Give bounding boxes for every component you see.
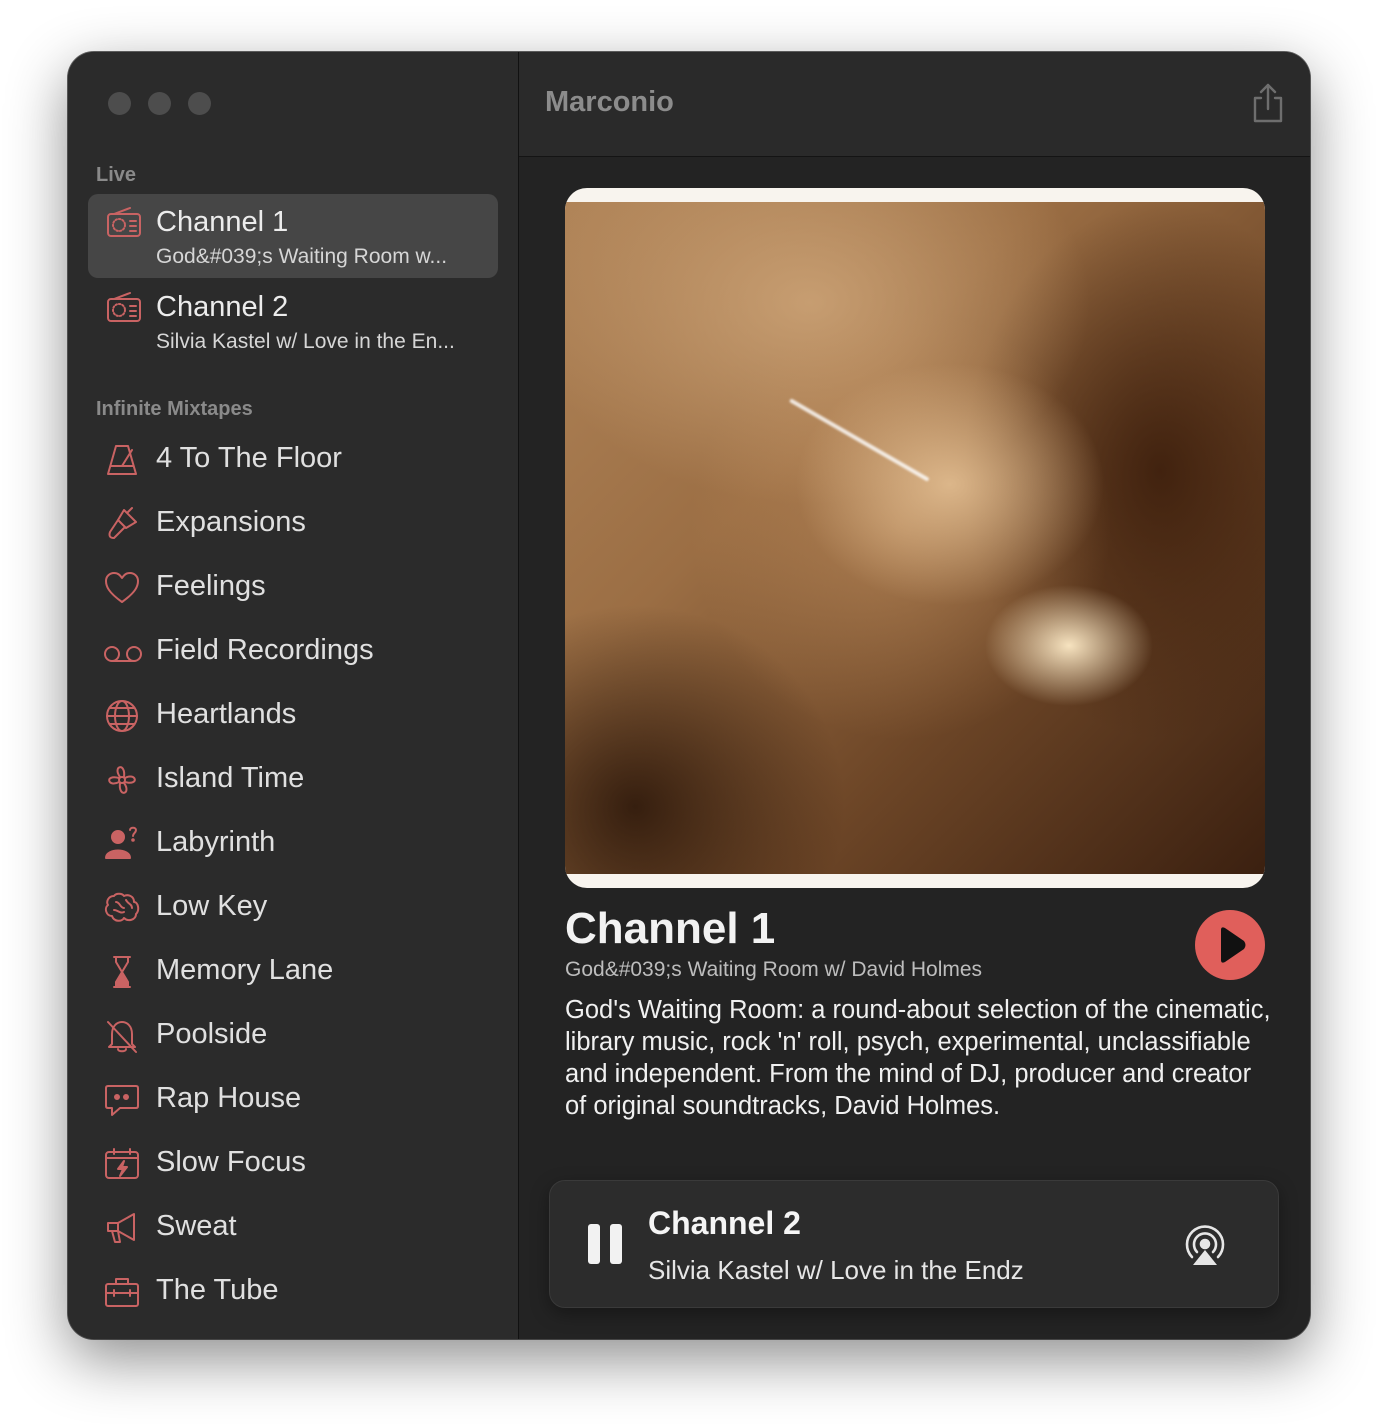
metronome-icon	[107, 445, 137, 475]
now-playing-title: Channel 1	[565, 904, 776, 953]
mini-player[interactable]: Channel 2 Silvia Kastel w/ Love in the E…	[549, 1180, 1279, 1308]
zoom-window-button[interactable]	[188, 92, 211, 115]
bell-slash-icon	[107, 1021, 137, 1053]
share-icon[interactable]	[1250, 82, 1286, 124]
sidebar-item-title: Rap House	[156, 1082, 302, 1114]
sidebar-item-heartlands[interactable]: Heartlands	[88, 688, 498, 744]
megaphone-icon	[107, 1213, 135, 1243]
play-icon	[1221, 927, 1246, 963]
artwork-photo	[565, 202, 1265, 874]
sidebar-item-title: Heartlands	[156, 698, 297, 730]
sidebar-item-title: Channel 1	[156, 206, 289, 238]
main-panel: Marconio Channel 1 God&#039;s Waiting Ro…	[519, 52, 1310, 1339]
fan-icon	[108, 766, 136, 794]
sidebar-item-channel-2[interactable]: Channel 2 Silvia Kastel w/ Love in the E…	[88, 279, 498, 363]
sidebar-item-sweat[interactable]: Sweat	[88, 1200, 498, 1256]
window-title: Marconio	[545, 86, 674, 118]
sidebar-item-subtitle: Silvia Kastel w/ Love in the En...	[156, 330, 455, 353]
sidebar-item-title: Low Key	[156, 890, 268, 922]
toolbar: Marconio	[519, 52, 1310, 157]
minimize-window-button[interactable]	[148, 92, 171, 115]
close-window-button[interactable]	[108, 92, 131, 115]
sidebar-item-subtitle: God&#039;s Waiting Room w...	[156, 245, 448, 268]
sidebar-item-memory-lane[interactable]: Memory Lane	[88, 944, 498, 1000]
toolbox-icon	[105, 1278, 139, 1307]
sidebar-item-title: Feelings	[156, 570, 266, 602]
section-label-live: Live	[96, 164, 137, 186]
sidebar-item-labyrinth[interactable]: Labyrinth	[88, 816, 498, 872]
sidebar: Live Channel 1 God&#039;s Waiting Room w…	[68, 52, 519, 1339]
now-playing-description: God's Waiting Room: a round-about select…	[565, 996, 1271, 1120]
sidebar-item-feelings[interactable]: Feelings	[88, 560, 498, 616]
hourglass-icon	[113, 956, 131, 988]
sidebar-item-expansions[interactable]: Expansions	[88, 496, 498, 552]
sidebar-item-the-tube[interactable]: The Tube	[88, 1264, 498, 1320]
calendar-bolt-icon	[105, 1148, 139, 1179]
sidebar-item-low-key[interactable]: Low Key	[88, 880, 498, 936]
sidebar-item-title: Poolside	[156, 1018, 268, 1050]
quote-bubble-icon	[105, 1085, 139, 1116]
sidebar-item-field-recordings[interactable]: Field Recordings	[88, 624, 498, 680]
sidebar-item-title: Sweat	[156, 1210, 237, 1242]
person-question-icon	[105, 826, 137, 859]
mini-player-title: Channel 2	[648, 1205, 801, 1241]
globe-icon	[106, 700, 138, 732]
sidebar-item-title: Expansions	[156, 506, 306, 538]
radio-icon	[107, 292, 141, 322]
mini-player-subtitle: Silvia Kastel w/ Love in the Endz	[648, 1255, 1024, 1285]
play-button[interactable]	[1195, 910, 1265, 980]
heart-icon	[105, 572, 139, 603]
pause-icon[interactable]	[587, 1224, 623, 1264]
voicemail-icon	[104, 646, 142, 662]
section-label-mixtapes: Infinite Mixtapes	[96, 398, 253, 420]
sidebar-item-poolside[interactable]: Poolside	[88, 1008, 498, 1064]
sidebar-item-rap-house[interactable]: Rap House	[88, 1072, 498, 1128]
app-window: Live Channel 1 God&#039;s Waiting Room w…	[68, 52, 1310, 1339]
sidebar-item-4-to-the-floor[interactable]: 4 To The Floor	[88, 432, 498, 488]
sidebar-item-title: The Tube	[156, 1274, 279, 1306]
brain-icon	[104, 892, 140, 922]
radio-icon	[107, 207, 141, 237]
album-artwork	[565, 188, 1265, 888]
sidebar-item-title: Channel 2	[156, 291, 289, 323]
sidebar-item-slow-focus[interactable]: Slow Focus	[88, 1136, 498, 1192]
sidebar-item-title: 4 To The Floor	[156, 442, 342, 474]
sidebar-item-channel-1[interactable]: Channel 1 God&#039;s Waiting Room w...	[88, 194, 498, 278]
sidebar-item-title: Island Time	[156, 762, 305, 794]
sidebar-item-island-time[interactable]: Island Time	[88, 752, 498, 808]
sidebar-item-title: Labyrinth	[156, 826, 276, 858]
sidebar-item-title: Slow Focus	[156, 1146, 306, 1178]
sidebar-item-title: Memory Lane	[156, 954, 334, 986]
now-playing-subtitle: God&#039;s Waiting Room w/ David Holmes	[565, 958, 983, 981]
sidebar-item-title: Field Recordings	[156, 634, 374, 666]
window-controls	[108, 92, 211, 115]
paintbrush-icon	[108, 507, 137, 539]
airplay-audio-icon[interactable]	[1182, 1223, 1228, 1267]
